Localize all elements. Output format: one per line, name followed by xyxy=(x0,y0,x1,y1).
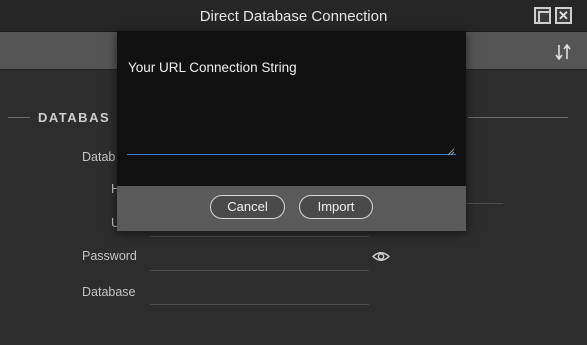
user-field[interactable] xyxy=(150,236,369,237)
maximize-icon[interactable] xyxy=(534,7,551,24)
section-divider-left xyxy=(8,117,30,118)
dialog-footer xyxy=(117,186,466,231)
window-title: Direct Database Connection xyxy=(199,8,388,25)
database-field[interactable] xyxy=(150,304,369,305)
url-connection-textarea[interactable] xyxy=(127,151,456,155)
url-connection-label: Your URL Connection String xyxy=(128,60,297,75)
section-divider-right xyxy=(468,117,568,118)
eye-icon[interactable] xyxy=(372,250,390,263)
cancel-button[interactable]: Cancel xyxy=(210,195,285,219)
resize-grip-icon[interactable] xyxy=(446,147,455,156)
section-title: DATABAS xyxy=(38,110,111,125)
sort-arrows-icon[interactable] xyxy=(555,43,571,61)
close-icon[interactable]: ✕ xyxy=(555,7,572,24)
url-connection-dialog: Your URL Connection String Cancel Import xyxy=(117,31,466,231)
password-field[interactable] xyxy=(150,270,369,271)
password-label: Password xyxy=(82,249,137,263)
title-bar: Direct Database Connection ✕ xyxy=(0,0,587,32)
database-label: Database xyxy=(82,285,136,299)
import-button[interactable]: Import xyxy=(299,195,373,219)
host-field[interactable] xyxy=(466,203,503,204)
database-type-label: Datab xyxy=(82,150,116,164)
